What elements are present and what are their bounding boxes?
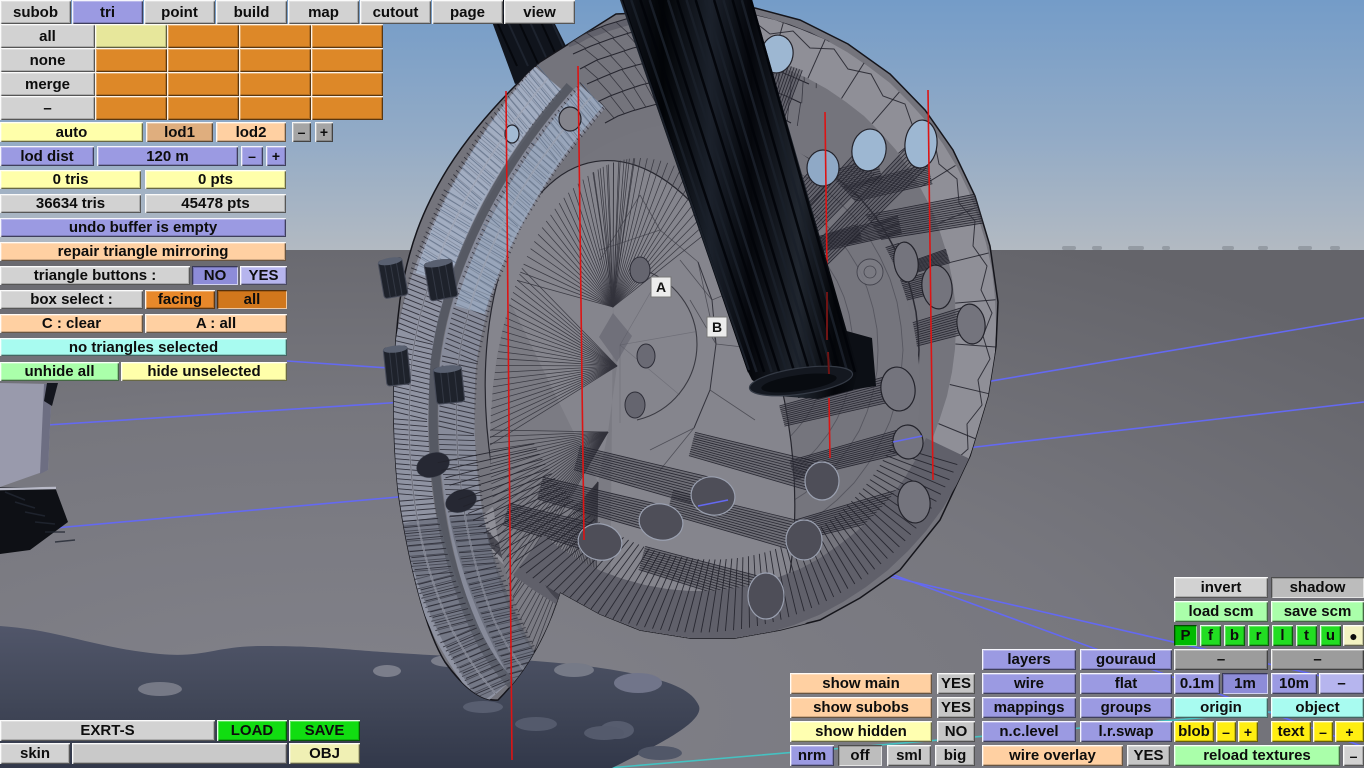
svg-text:A: A — [656, 279, 666, 295]
svg-text:B: B — [712, 319, 722, 335]
